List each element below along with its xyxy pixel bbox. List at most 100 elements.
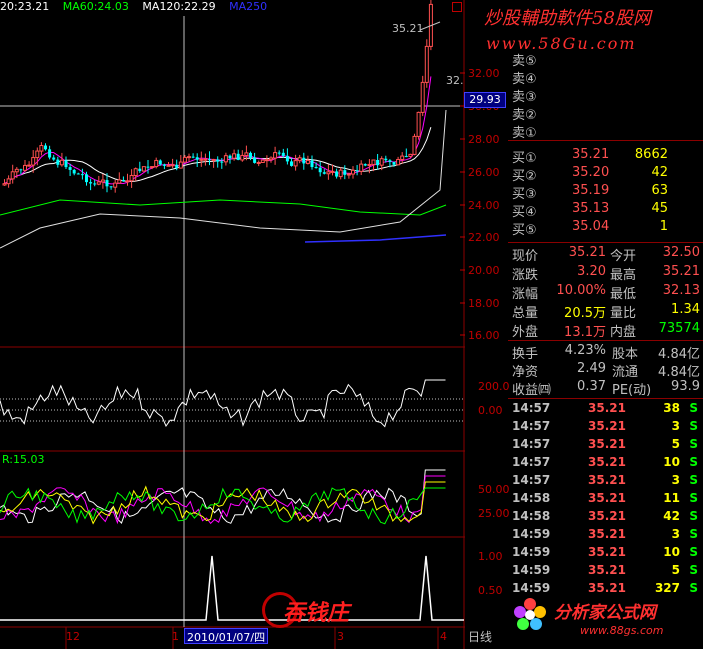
ma250-line: [304, 234, 447, 243]
candle-body: [175, 164, 179, 169]
tick-side: S: [689, 545, 698, 559]
osc2-axis-label: 25.00: [478, 507, 510, 520]
tick-time: 14:57: [512, 473, 551, 487]
candle-body: [141, 166, 146, 172]
candle-body: [93, 183, 97, 185]
ask-row[interactable]: 卖④: [512, 68, 698, 87]
tick-row[interactable]: 14:59 35.21 3 S: [512, 527, 702, 545]
candle-body: [138, 168, 142, 172]
tick-volume: 11: [663, 491, 680, 505]
quote-panel: 卖⑤ 卖④ 卖③ 卖② 卖① 买① 35.21 8662 买② 35.20 42 买③ 35.19 63…: [508, 0, 703, 649]
ask-row[interactable]: 卖⑤: [512, 50, 698, 69]
ask-row[interactable]: 卖③: [512, 86, 698, 105]
tick-volume: 10: [663, 545, 680, 559]
candlesticks: [2, 0, 433, 193]
ma60-line: [0, 199, 447, 216]
bid-row[interactable]: 买④ 35.13 45: [512, 201, 698, 220]
bid-row[interactable]: 买⑤ 35.04 1: [512, 219, 698, 238]
candle-body: [208, 159, 211, 161]
candle-body: [64, 160, 68, 168]
tick-price: 35.21: [588, 509, 626, 523]
price-axis-label: 22.00: [468, 231, 500, 244]
candle-body: [121, 179, 125, 182]
candle-body: [150, 166, 155, 169]
candle-body: [182, 156, 187, 163]
tick-row[interactable]: 14:57 35.21 5 S: [512, 437, 702, 455]
tick-row[interactable]: 14:59 35.21 327 S: [512, 581, 702, 599]
candle-body: [14, 168, 19, 173]
candle-body: [281, 152, 285, 156]
bid-price: 35.04: [572, 219, 610, 234]
candle-body: [187, 156, 191, 159]
candle-body: [228, 155, 232, 159]
candle-body: [305, 159, 310, 164]
candle-body: [396, 158, 401, 166]
tick-price: 35.21: [588, 437, 626, 451]
candle-body: [2, 183, 7, 186]
candle-body: [376, 159, 380, 166]
candle-body: [199, 158, 204, 161]
candle-body: [52, 157, 56, 160]
candle-body: [293, 160, 298, 167]
bid-price: 35.20: [572, 165, 610, 180]
bid-row[interactable]: 买③ 35.19 63: [512, 183, 698, 202]
signal-spikes: [0, 555, 464, 621]
tick-row[interactable]: 14:57 35.21 38 S: [512, 401, 702, 419]
tick-side: S: [689, 437, 698, 451]
fund-value: 93.9: [671, 379, 700, 394]
tick-side: S: [689, 509, 698, 523]
ask-row[interactable]: 卖①: [512, 122, 698, 141]
bid-row[interactable]: 买① 35.21 8662: [512, 147, 698, 166]
candle-body: [56, 159, 60, 165]
quote-label: 最低: [610, 287, 637, 302]
candle-body: [203, 158, 208, 161]
date-label: 12: [66, 630, 80, 643]
candle-body: [412, 135, 417, 155]
osc1-axis-label: 200.0: [478, 380, 510, 393]
watermark-tunqianzhuang: 吞钱庄: [283, 601, 350, 626]
candle-body: [346, 173, 351, 176]
quote-label: 今开: [610, 249, 637, 264]
bid-label: 买②: [512, 169, 537, 184]
tick-row[interactable]: 14:57 35.21 10 S: [512, 455, 702, 473]
tick-price: 35.21: [588, 545, 626, 559]
candle-body: [96, 181, 101, 185]
tick-time: 14:58: [512, 491, 551, 505]
candle-body: [359, 163, 364, 172]
bid-volume: 8662: [634, 147, 668, 162]
tick-row[interactable]: 14:58 35.21 11 S: [512, 491, 702, 509]
ask-row[interactable]: 卖②: [512, 104, 698, 123]
quote-row: 总量 20.5万 量比 1.34: [512, 302, 702, 321]
candle-body: [351, 169, 355, 175]
candle-body: [191, 156, 195, 158]
candle-body: [170, 164, 175, 167]
high-price-label: 35.21: [392, 22, 424, 35]
candle-body: [367, 163, 372, 166]
tick-row[interactable]: 14:57 35.21 3 S: [512, 473, 702, 491]
tick-time: 14:59: [512, 545, 551, 559]
tick-price: 35.21: [588, 527, 626, 541]
fund-value: 4.84亿: [658, 365, 700, 380]
candle-body: [109, 186, 113, 188]
candle-body: [371, 159, 376, 165]
tick-volume: 3: [671, 527, 680, 541]
tick-row[interactable]: 14:59 35.21 5 S: [512, 563, 702, 581]
fund-label: PE(动): [612, 383, 652, 398]
tick-row[interactable]: 14:58 35.21 42 S: [512, 509, 702, 527]
period-button[interactable]: 日线: [468, 628, 492, 645]
candle-body: [35, 150, 40, 159]
bid-row[interactable]: 买② 35.20 42: [512, 165, 698, 184]
tick-price: 35.21: [588, 563, 626, 577]
quote-value: 13.1万: [564, 325, 606, 340]
tick-row[interactable]: 14:57 35.21 3 S: [512, 419, 702, 437]
tick-time: 14:59: [512, 563, 551, 577]
tick-volume: 327: [654, 581, 680, 595]
quote-value: 35.21: [568, 245, 606, 260]
quote-value: 35.21: [662, 264, 700, 279]
tick-time: 14:59: [512, 527, 551, 541]
kline-chart[interactable]: [0, 0, 465, 649]
quote-label: 最高: [610, 268, 637, 283]
price-axis-label: 16.00: [468, 329, 500, 342]
tick-row[interactable]: 14:59 35.21 10 S: [512, 545, 702, 563]
fundamental-row: 净资 2.49 流通 4.84亿: [512, 361, 702, 380]
